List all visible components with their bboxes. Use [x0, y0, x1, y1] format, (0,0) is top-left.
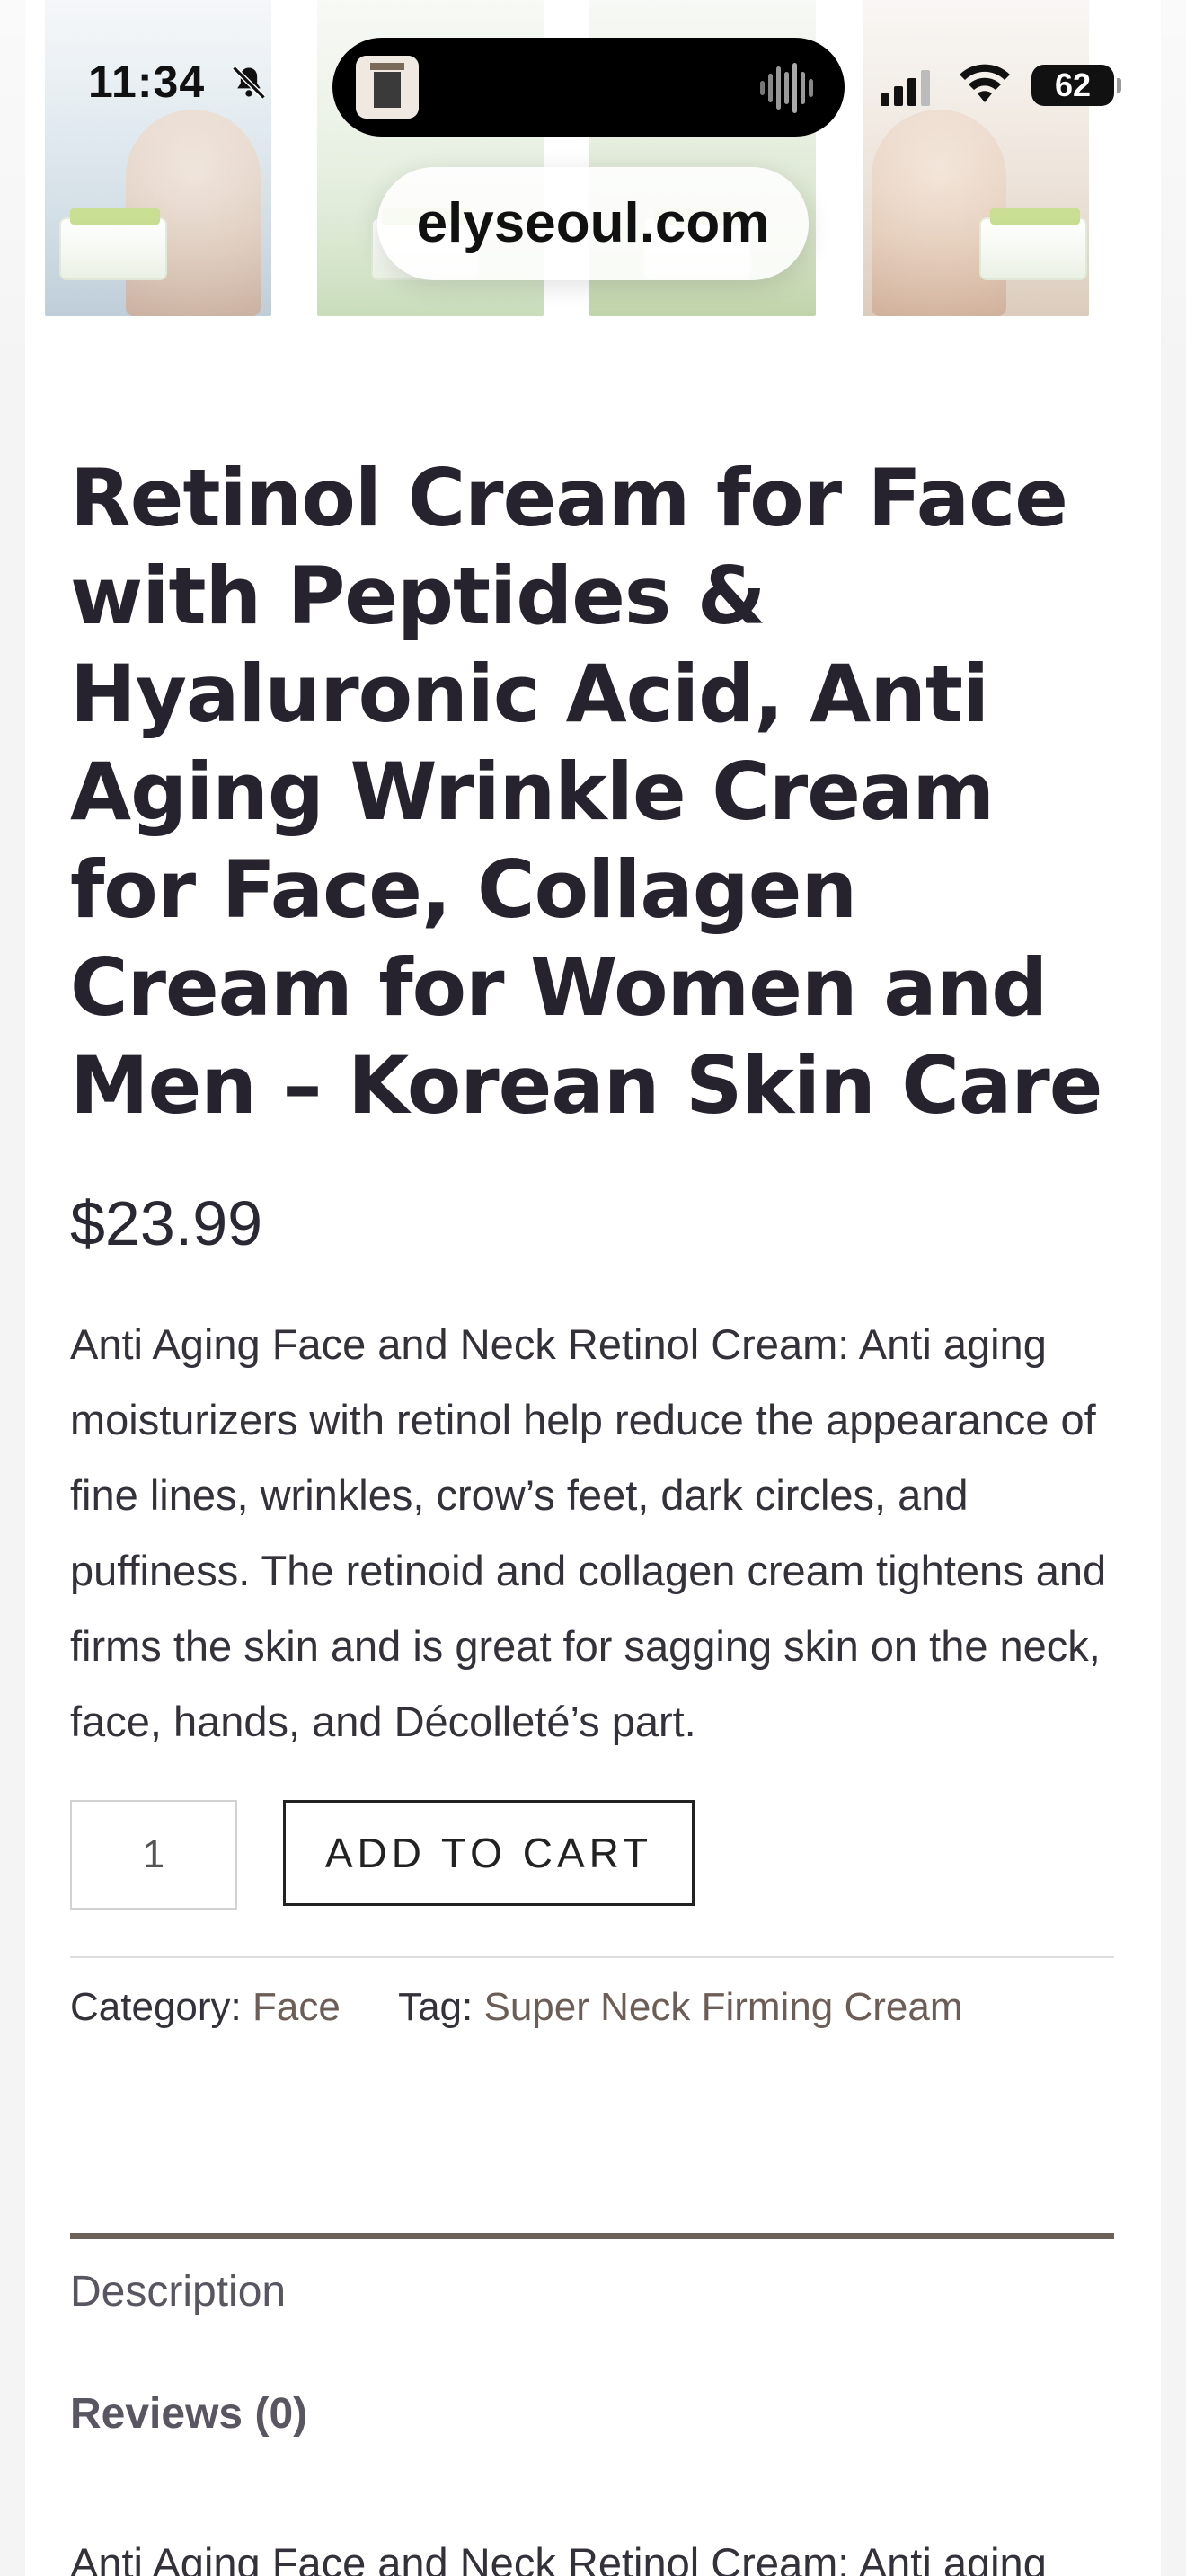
- add-to-cart-button[interactable]: ADD TO CART: [283, 1800, 695, 1906]
- product-title: Retinol Cream for Face with Peptides & H…: [70, 452, 1102, 1132]
- cellular-signal-icon: [881, 70, 930, 106]
- status-time: 11:34: [88, 57, 206, 107]
- address-bar[interactable]: elyseoul.com: [377, 167, 809, 280]
- tab-description[interactable]: Description: [70, 2267, 286, 2316]
- now-playing-cover: [356, 56, 419, 119]
- product-jar-image: [979, 208, 1087, 280]
- product-meta: Category: Face Tag: Super Neck Firming C…: [70, 1985, 963, 2030]
- description-content: Anti Aging Face and Neck Retinol Cream: …: [70, 2539, 1047, 2576]
- product-price: $23.99: [70, 1188, 263, 1258]
- product-jar-image: [59, 208, 167, 280]
- product-page: [25, 0, 1161, 2576]
- wifi-icon: [960, 64, 1010, 102]
- tab-reviews[interactable]: Reviews (0): [70, 2389, 307, 2439]
- divider: [70, 1956, 1114, 1958]
- status-bar: 11:34 62 elyseoul.com: [0, 0, 1186, 280]
- tabs-divider: [70, 2233, 1114, 2239]
- tag-label: Tag:: [398, 1985, 474, 2029]
- category-label: Category:: [70, 1985, 242, 2029]
- dynamic-island[interactable]: [332, 38, 845, 137]
- quantity-input[interactable]: 1: [70, 1800, 237, 1910]
- audio-waveform-icon: [760, 63, 813, 113]
- category-link[interactable]: Face: [252, 1985, 341, 2029]
- tag-link[interactable]: Super Neck Firming Cream: [483, 1985, 962, 2029]
- product-short-description: Anti Aging Face and Neck Retinol Cream: …: [70, 1320, 1107, 1745]
- battery-icon: 62: [1031, 65, 1121, 106]
- bell-slash-icon: [232, 66, 266, 100]
